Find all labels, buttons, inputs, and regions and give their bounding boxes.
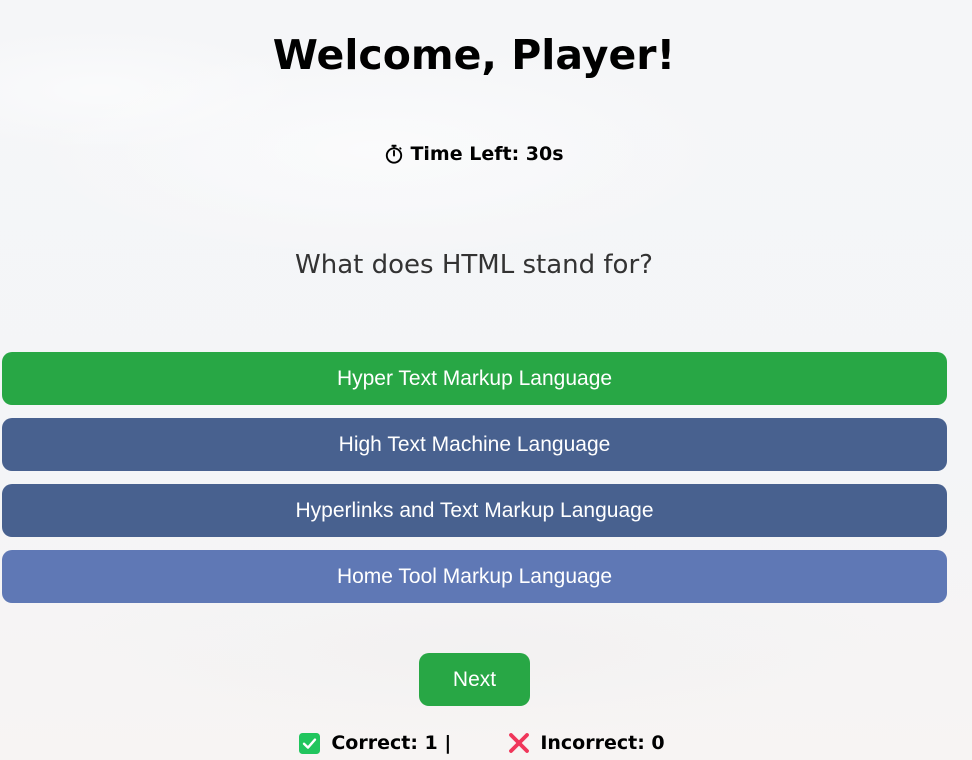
answer-option-2[interactable]: High Text Machine Language xyxy=(2,418,947,471)
answer-option-3[interactable]: Hyperlinks and Text Markup Language xyxy=(2,484,947,537)
score-bar: Correct: 1 | Incorrect: 0 xyxy=(0,730,964,756)
stopwatch-icon xyxy=(386,144,403,164)
answer-option-1[interactable]: Hyper Text Markup Language xyxy=(2,352,947,405)
incorrect-score-label: Incorrect: 0 xyxy=(540,732,665,754)
answer-option-label: Hyperlinks and Text Markup Language xyxy=(295,498,654,522)
next-button[interactable]: Next xyxy=(419,653,530,706)
incorrect-score: Incorrect: 0 xyxy=(508,732,665,754)
correct-score: Correct: 1 | xyxy=(299,732,451,754)
question-text: What does HTML stand for? xyxy=(295,250,653,280)
cross-mark-icon xyxy=(509,733,530,753)
timer: Time Left: 30s xyxy=(0,141,948,167)
answer-option-4[interactable]: Home Tool Markup Language xyxy=(2,550,947,603)
answer-option-label: Hyper Text Markup Language xyxy=(336,366,613,390)
welcome-title: Welcome, Player! xyxy=(272,31,676,79)
answer-options: Hyper Text Markup Language High Text Mac… xyxy=(2,352,947,616)
answer-option-label: Home Tool Markup Language xyxy=(336,564,613,588)
timer-label: Time Left: 30s xyxy=(410,143,564,165)
check-mark-icon xyxy=(299,732,321,754)
correct-score-label: Correct: 1 | xyxy=(331,732,452,754)
answer-option-label: High Text Machine Language xyxy=(338,432,611,456)
